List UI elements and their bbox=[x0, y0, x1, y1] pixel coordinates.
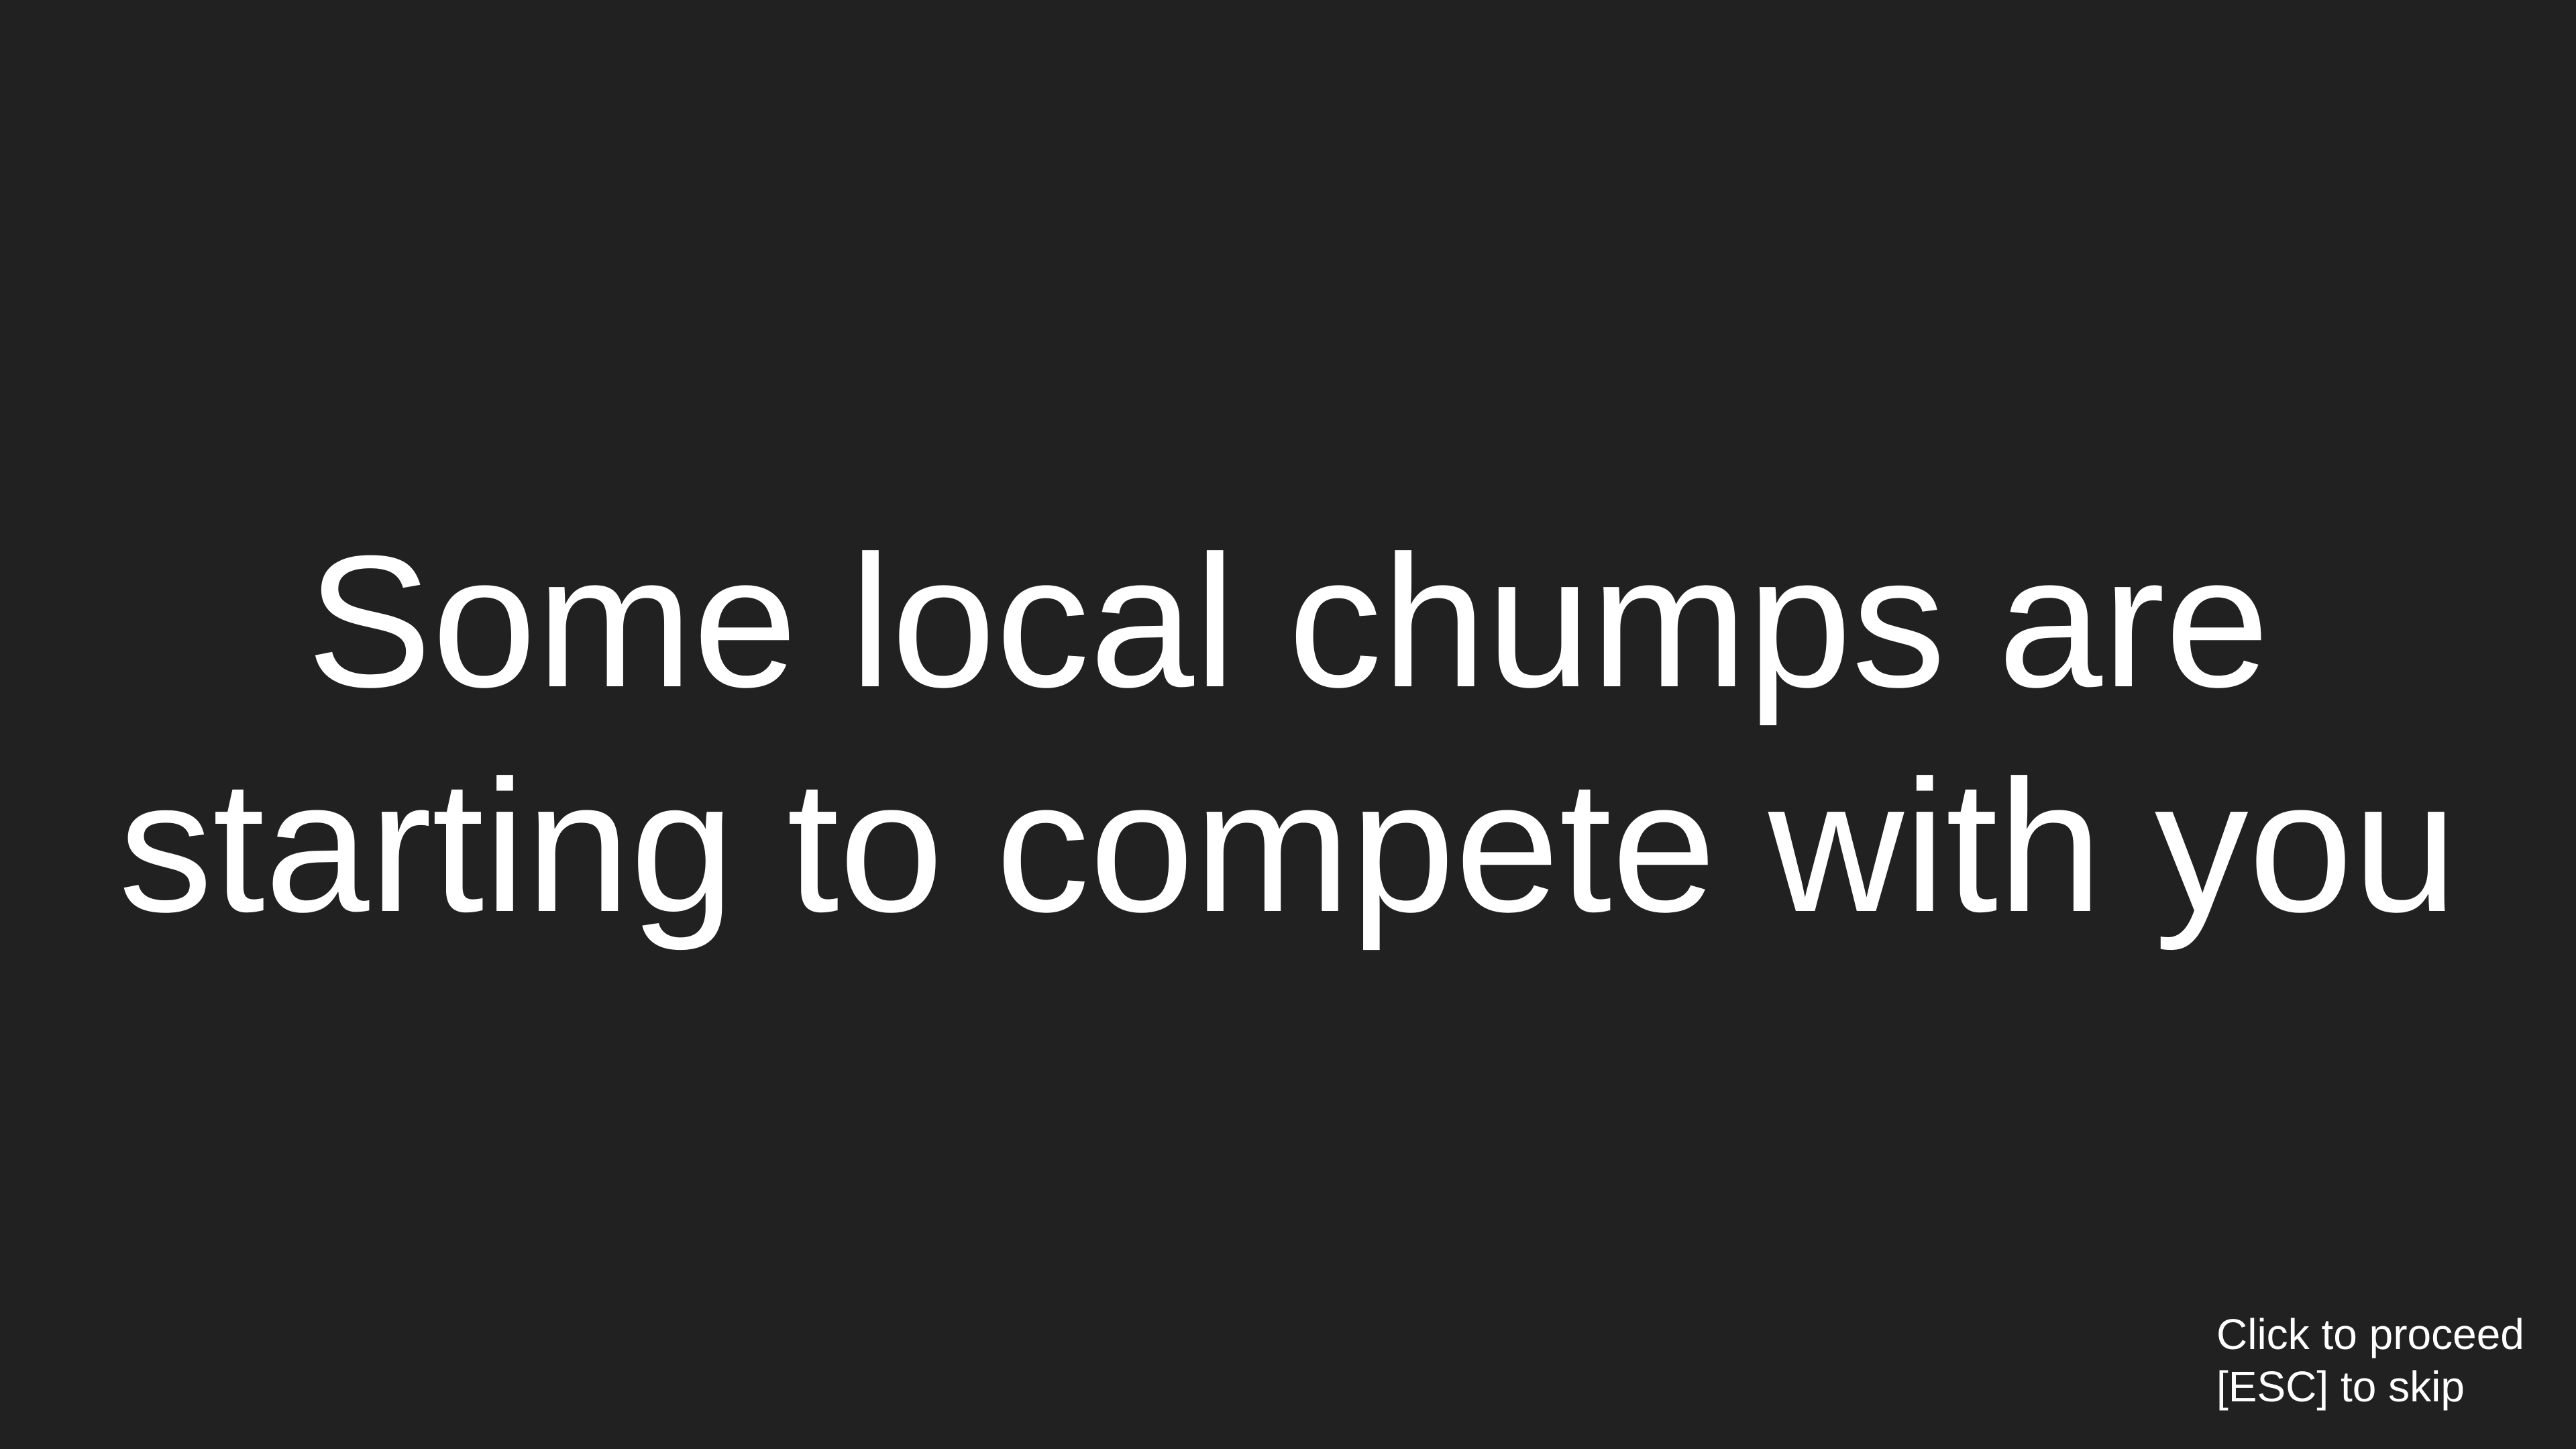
cutscene-message: Some local chumps are starting to compet… bbox=[0, 510, 2576, 959]
cutscene-message-line-2: starting to compete with you bbox=[118, 742, 2458, 951]
skip-hint: [ESC] to skip bbox=[2216, 1362, 2465, 1411]
control-hints: Click to proceed [ESC] to skip bbox=[2216, 1308, 2524, 1413]
cutscene-screen[interactable]: Some local chumps are starting to compet… bbox=[0, 0, 2576, 1449]
cutscene-message-line-1: Some local chumps are bbox=[307, 517, 2269, 727]
proceed-hint: Click to proceed bbox=[2216, 1310, 2524, 1358]
